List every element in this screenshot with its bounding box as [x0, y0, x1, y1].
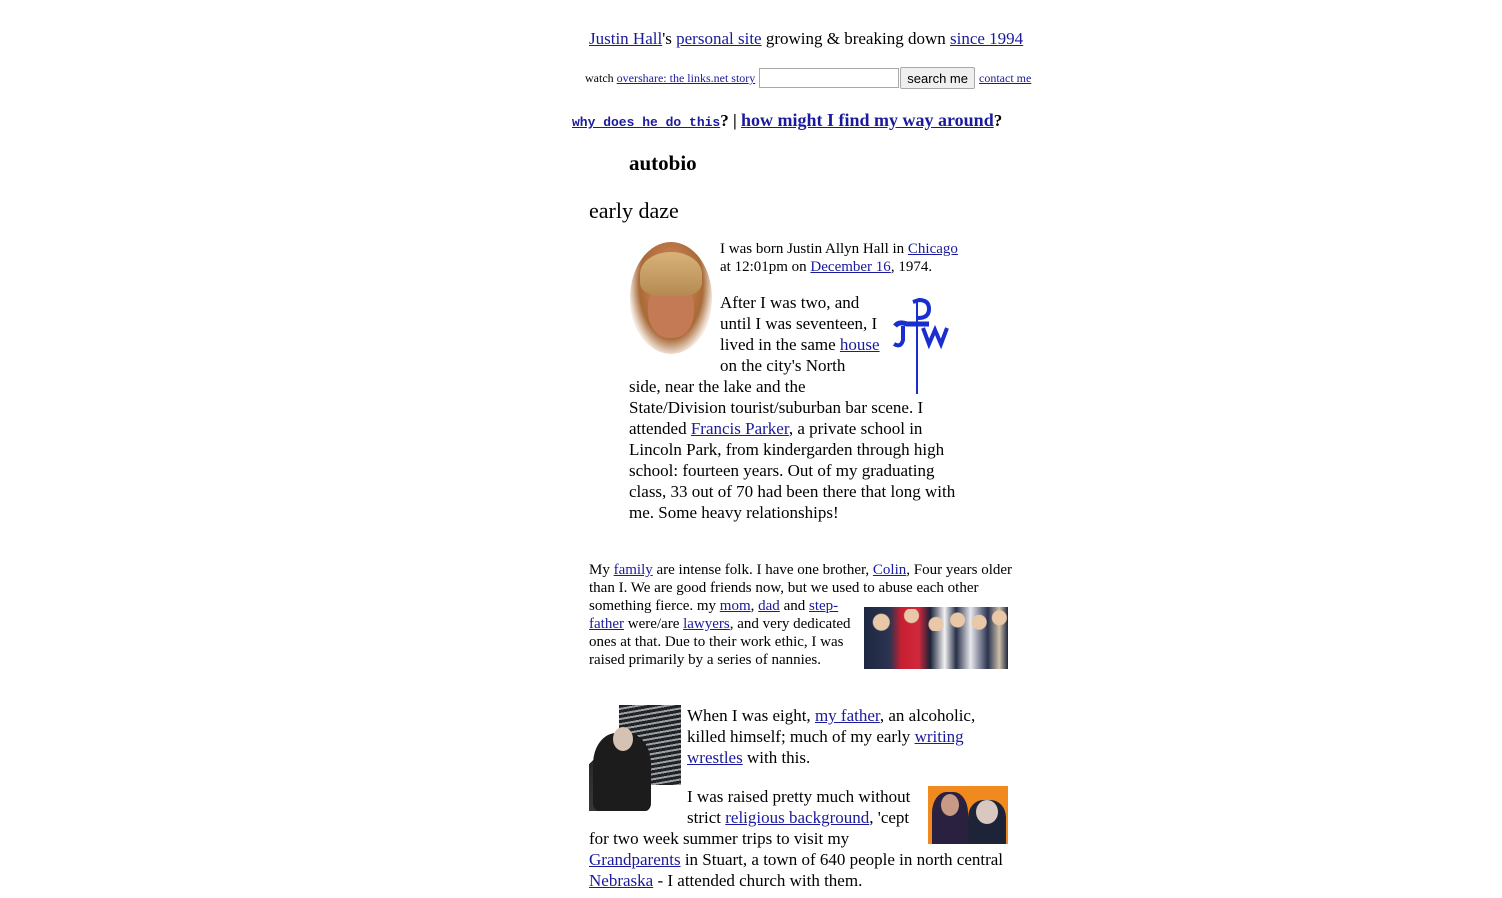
watch-label: watch — [585, 71, 614, 85]
text: at 12:01pm on — [720, 259, 811, 275]
photo-head — [613, 727, 633, 751]
contact-link[interactable]: contact me — [979, 67, 1031, 89]
nav-separator: | — [728, 111, 741, 130]
childhood-portrait-image — [630, 242, 712, 354]
overshare-link[interactable]: overshare: the links.net story — [617, 67, 756, 89]
grandparents-link[interactable]: Grandparents — [589, 850, 681, 869]
chicago-link[interactable]: Chicago — [908, 241, 958, 257]
question-mark: ? — [720, 111, 729, 130]
text: I was born Justin Allyn Hall in — [720, 241, 908, 257]
father-section: When I was eight, my father, an alcoholi… — [589, 705, 1014, 891]
family-faces — [864, 609, 1008, 631]
dad-link[interactable]: dad — [758, 598, 780, 614]
father-photo-image — [589, 705, 681, 811]
search-button[interactable]: search me — [900, 67, 975, 89]
text: and — [779, 598, 809, 614]
grandparents-photo-image — [928, 786, 1008, 844]
grandfather-figure — [932, 792, 968, 844]
why-link[interactable]: why does he do this — [572, 115, 720, 130]
page-title: autobio — [629, 151, 697, 175]
monogram-image — [889, 296, 951, 396]
text: , 1974. — [890, 259, 933, 275]
header-text: 's — [662, 29, 677, 48]
section-title: early daze — [589, 198, 679, 223]
text: When I was eight, — [687, 706, 815, 725]
site-header: Justin Hall's personal site growing & br… — [589, 29, 1023, 49]
grandmother-figure — [968, 800, 1006, 844]
colin-link[interactable]: Colin — [873, 562, 906, 578]
birth-section: I was born Justin Allyn Hall in Chicago … — [629, 240, 969, 523]
monogram-icon — [893, 297, 949, 394]
lawyers-link[interactable]: lawyers — [683, 616, 730, 632]
december-16-link[interactable]: December 16 — [810, 259, 890, 275]
question-mark: ? — [993, 111, 1003, 130]
how-find-way-link[interactable]: how might I find my way around — [741, 110, 994, 130]
text: My — [589, 562, 614, 578]
search-row: watch overshare: the links.net story sea… — [585, 67, 1031, 89]
francis-parker-link[interactable]: Francis Parker — [691, 419, 789, 438]
since-1994-link[interactable]: since 1994 — [950, 29, 1023, 48]
text: are intense folk. I have one brother, — [652, 562, 873, 578]
my-father-link[interactable]: my father — [815, 706, 880, 725]
nav-line: why does he do this? | how might I find … — [572, 109, 1002, 134]
mom-link[interactable]: mom — [720, 598, 751, 614]
header-text: growing & breaking down — [761, 29, 950, 48]
family-link[interactable]: family — [614, 562, 653, 578]
religious-background-link[interactable]: religious background — [725, 808, 869, 827]
family-section: My family are intense folk. I have one b… — [589, 561, 1014, 669]
personal-site-link[interactable]: personal site — [676, 29, 761, 48]
house-link[interactable]: house — [840, 335, 880, 354]
portrait-hair — [640, 252, 702, 296]
author-link[interactable]: Justin Hall — [589, 29, 662, 48]
text: in Stuart, a town of 640 people in north… — [680, 850, 1004, 869]
text: with this. — [742, 748, 811, 767]
family-photo-image — [864, 607, 1008, 669]
nebraska-link[interactable]: Nebraska — [589, 871, 653, 890]
text: - I attended church with them. — [653, 871, 863, 890]
text: were/are — [623, 616, 684, 632]
search-input[interactable] — [759, 68, 900, 88]
